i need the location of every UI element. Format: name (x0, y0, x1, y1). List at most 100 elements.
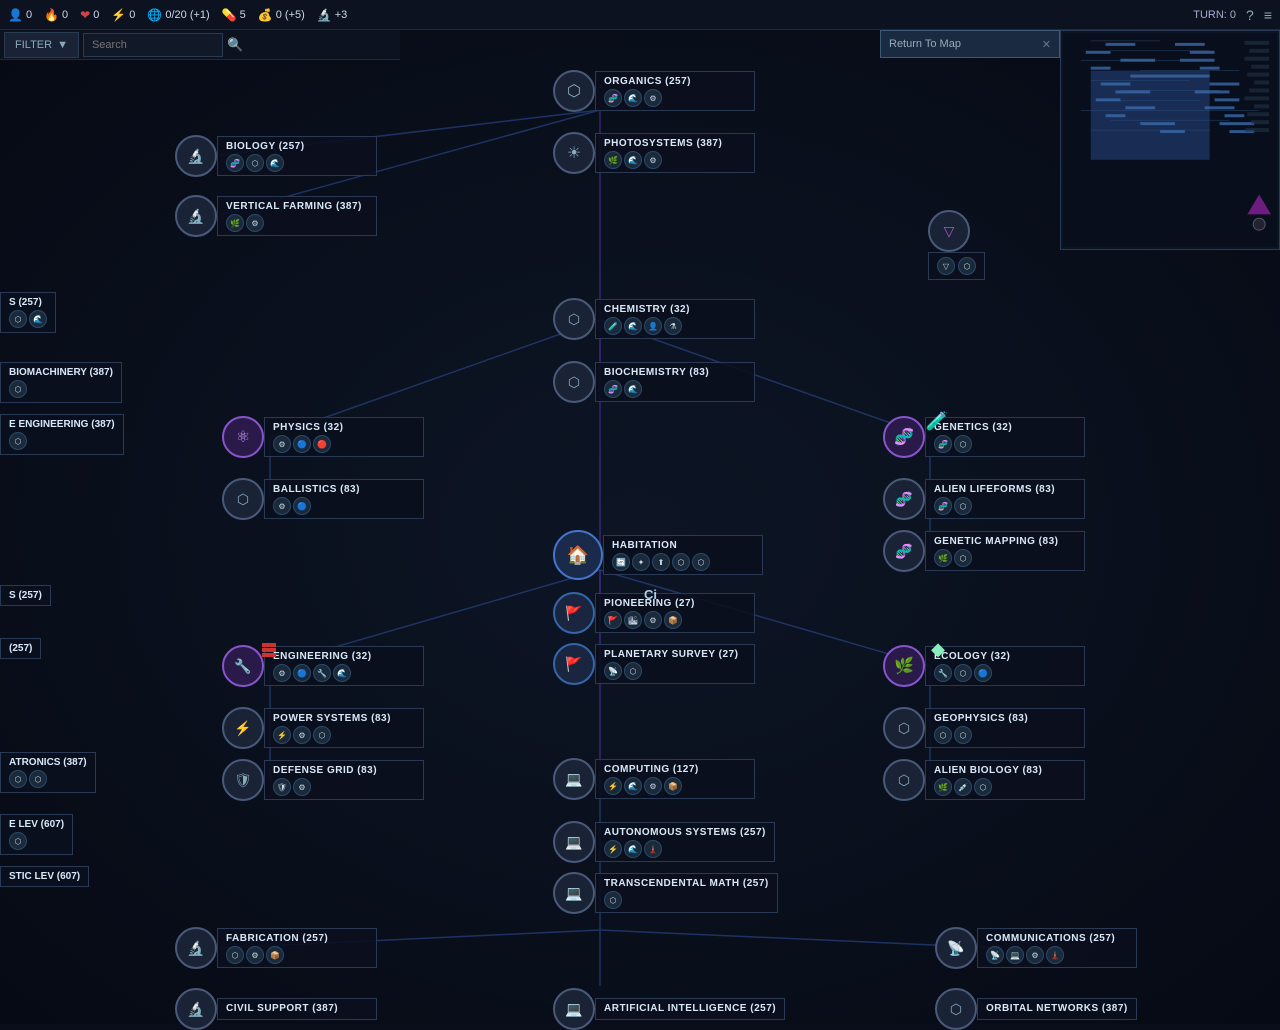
tech-node-alien-lifeforms[interactable]: 🧬 ALIEN LIFEFORMS (83) 🧬 ⬡ (883, 478, 1085, 520)
ballistics-icon: ⬡ (222, 478, 264, 520)
tech-node-autonomous-systems[interactable]: 💻 AUTONOMOUS SYSTEMS (257) ⚡ 🌊 🗼 (553, 821, 775, 863)
tech-node-power-systems[interactable]: ⚡ POWER SYSTEMS (83) ⚡ ⚙ ⬡ (222, 707, 424, 749)
photosystems-label-box: PHOTOSYSTEMS (387) 🌿 🌊 ⚙ (595, 133, 755, 173)
ballistics-title: BALLISTICS (83) (273, 484, 415, 495)
left-partial-8[interactable]: STIC LEV (607) (0, 866, 89, 887)
gm-mini-2: ⬡ (954, 549, 972, 567)
vf-mini-1: 🌿 (226, 214, 244, 232)
orbital-title: ORBITAL NETWORKS (387) (986, 1003, 1128, 1014)
photosystems-title: PHOTOSYSTEMS (387) (604, 138, 746, 149)
left-partial-6[interactable]: ATRONICS (387) ⬡ ⬡ (0, 752, 96, 793)
left-partial-5[interactable]: (257) (0, 638, 41, 659)
tech-node-defense-grid[interactable]: 🛡 DEFENSE GRID (83) 🛡 ⚙ (222, 759, 424, 801)
pow-mini-2: ⚙ (293, 726, 311, 744)
tech-node-biochemistry[interactable]: ⬡ BIOCHEMISTRY (83) 🧬 🌊 (553, 361, 755, 403)
def-mini-1: 🛡 (273, 778, 291, 796)
biology-title: BIOLOGY (257) (226, 141, 368, 152)
geo-mini-1: ⬡ (934, 726, 952, 744)
genetics-label-box: GENETICS (32) 🧬 ⬡ (925, 417, 1085, 457)
auto-title: AUTONOMOUS SYSTEMS (257) (604, 827, 766, 838)
comp-label-box: COMPUTING (127) ⚡ 🌊 ⚙ 📦 (595, 759, 755, 799)
tech-node-ballistics[interactable]: ⬡ BALLISTICS (83) ⚙ 🔵 (222, 478, 424, 520)
organics-title: ORGANICS (257) (604, 76, 746, 87)
bio-mini-1: 🧬 (226, 154, 244, 172)
tech-node-planetary-survey[interactable]: 🚩 PLANETARY SURVEY (27) 📡 ⬡ (553, 643, 755, 685)
geo-icons: ⬡ ⬡ (934, 726, 1076, 744)
eng-title: ENGINEERING (32) (273, 651, 415, 662)
auto-icons: ⚡ 🌊 🗼 (604, 840, 766, 858)
tech-node-physics[interactable]: ⚛ PHYSICS (32) ⚙ 🔵 🔴 (222, 416, 424, 458)
filter-label: FILTER (15, 39, 52, 51)
left-partial-2[interactable]: BIOMACHINERY (387) ⬡ (0, 362, 122, 403)
hab-icons: 🔄 ✦ ⬆ ⬡ ⬡ (612, 553, 754, 571)
tech-node-chemistry[interactable]: ⬡ CHEMISTRY (32) 🧪 🌊 👤 ⚗ (553, 298, 755, 340)
tech-node-fabrication[interactable]: 🔬 FABRICATION (257) ⬡ ⚙ 📦 (175, 927, 377, 969)
pop-value: 0 (26, 9, 32, 21)
ps-title: PLANETARY SURVEY (27) (604, 649, 746, 660)
left3-icons: ⬡ (9, 432, 115, 450)
menu-button[interactable]: ≡ (1264, 7, 1272, 23)
comp-icons: ⚡ 🌊 ⚙ 📦 (604, 777, 746, 795)
tech-node-biology[interactable]: 🔬 BIOLOGY (257) 🧬 ⬡ 🌊 (175, 135, 377, 177)
tech-node-engineering[interactable]: 🔧 ENGINEERING (32) ⚙ 🔵 🔧 🌊 (222, 645, 424, 687)
tech-node-organics[interactable]: ⬡ ORGANICS (257) 🧬 🌊 ⚙ (553, 70, 755, 112)
biochem-icon: ⬡ (553, 361, 595, 403)
tech-node-transcendental-math[interactable]: 💻 TRANSCENDENTAL MATH (257) ⬡ (553, 872, 778, 914)
tech-node-habitation[interactable]: 🏠 HABITATION 🔄 ✦ ⬆ ⬡ ⬡ (553, 530, 763, 580)
left-partial-3[interactable]: E ENGINEERING (387) ⬡ (0, 414, 124, 455)
left-partial-1[interactable]: S (257) ⬡ 🌊 (0, 292, 56, 333)
tech-node-ecology[interactable]: 🌿 ◆ ECOLOGY (32) 🔧 ⬡ 🔵 (883, 645, 1085, 687)
def-label-box: DEFENSE GRID (83) 🛡 ⚙ (264, 760, 424, 800)
chemistry-icon: ⬡ (553, 298, 595, 340)
tech-node-genetics[interactable]: 🧬 🧪 GENETICS (32) 🧬 ⬡ (883, 416, 1085, 458)
physics-title: PHYSICS (32) (273, 422, 415, 433)
left7-icons: ⬡ (9, 832, 64, 850)
eng-mini-3: 🔧 (313, 664, 331, 682)
filter-button[interactable]: FILTER ▼ (4, 32, 79, 58)
tech-node-computing[interactable]: 💻 COMPUTING (127) ⚡ 🌊 ⚙ 📦 (553, 758, 755, 800)
search-input[interactable] (83, 33, 223, 57)
trans-mini-1: ⬡ (604, 891, 622, 909)
chem-mini-2: 🌊 (624, 317, 642, 335)
tech-node-photosystems[interactable]: ☀ PHOTOSYSTEMS (387) 🌿 🌊 ⚙ (553, 132, 755, 174)
comm-icons: 📡 💻 ⚙ 🗼 (986, 946, 1128, 964)
left-partial-7[interactable]: E LEV (607) ⬡ (0, 814, 73, 855)
trans-icon: 💻 (553, 872, 595, 914)
organics-mini-3: ⚙ (644, 89, 662, 107)
colony-value: 0/20 (+1) (165, 9, 209, 21)
food-icon: 🔥 (44, 8, 59, 22)
eng-mini-2: 🔵 (293, 664, 311, 682)
left6-icons: ⬡ ⬡ (9, 770, 87, 788)
ai-title: ARTIFICIAL INTELLIGENCE (257) (604, 1003, 776, 1014)
physics-icons: ⚙ 🔵 🔴 (273, 435, 415, 453)
resource-health: 💊 5 (222, 8, 246, 22)
right-top-partial[interactable]: ▽ ▽ ⬡ (928, 210, 985, 280)
left-partial-4[interactable]: S (257) (0, 585, 51, 606)
civil-label-box: CIVIL SUPPORT (387) (217, 998, 377, 1020)
tech-node-alien-biology[interactable]: ⬡ ALIEN BIOLOGY (83) 🌿 💉 ⬡ (883, 759, 1085, 801)
eng-mini-4: 🌊 (333, 664, 351, 682)
tech-node-vertical-farming[interactable]: 🔬 VERTICAL FARMING (387) 🌿 ⚙ (175, 195, 377, 237)
research-value: +3 (335, 9, 348, 21)
comp-mini-1: ⚡ (604, 777, 622, 795)
tech-node-communications[interactable]: 📡 COMMUNICATIONS (257) 📡 💻 ⚙ 🗼 (935, 927, 1137, 969)
food-value: 0 (62, 9, 68, 21)
alien-lf-icons: 🧬 ⬡ (934, 497, 1076, 515)
tech-node-geophysics[interactable]: ⬡ GEOPHYSICS (83) ⬡ ⬡ (883, 707, 1085, 749)
ecology-label-box: ECOLOGY (32) 🔧 ⬡ 🔵 (925, 646, 1085, 686)
comp-mini-3: ⚙ (644, 777, 662, 795)
genetics-badge: 🧪 (929, 413, 945, 429)
help-button[interactable]: ? (1246, 7, 1254, 23)
close-icon[interactable]: ✕ (1042, 38, 1051, 51)
l7-mini-1: ⬡ (9, 832, 27, 850)
habitation-icon: 🏠 (553, 530, 603, 580)
bio-mini-3: 🌊 (266, 154, 284, 172)
rt-mini-1: ▽ (937, 257, 955, 275)
eng-label-box: ENGINEERING (32) ⚙ 🔵 🔧 🌊 (264, 646, 424, 686)
tech-node-genetic-mapping[interactable]: 🧬 GENETIC MAPPING (83) 🌿 ⬡ (883, 530, 1085, 572)
return-to-map-button[interactable]: Return To Map ✕ (880, 30, 1060, 58)
influence-value: 0 (93, 9, 99, 21)
resource-influence: ❤ 0 (80, 8, 99, 22)
colony-icon: 🌐 (147, 8, 162, 22)
l3-mini-1: ⬡ (9, 432, 27, 450)
